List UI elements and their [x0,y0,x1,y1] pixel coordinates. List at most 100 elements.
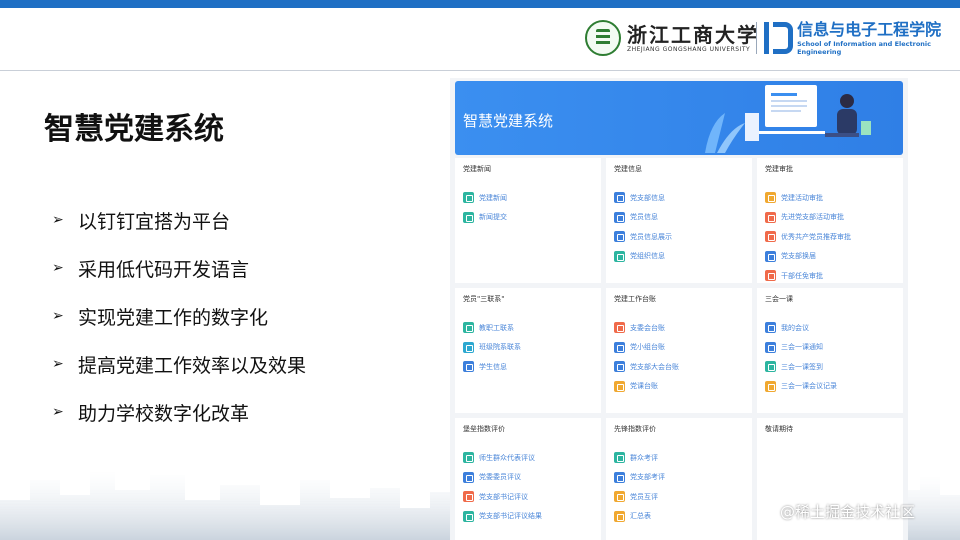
module-icon [463,361,474,373]
module-icon [614,510,625,522]
module-icon [614,471,625,483]
bullet-arrow-icon: ➢ [52,308,64,324]
module-link[interactable]: 三会一课签到 [765,357,895,377]
module-icon [463,322,474,334]
module-link[interactable]: 学生信息 [463,357,593,377]
banner-title: 智慧党建系统 [463,112,554,130]
module-link-label: 党支部书记评议结果 [479,512,542,521]
college-logo: 信息与电子工程学院 School of Information and Elec… [764,20,960,56]
module-icon [463,211,474,223]
module-link[interactable]: 党建新闻 [463,188,593,208]
slide-title: 智慧党建系统 [44,112,224,147]
module-link[interactable]: 党支部换届 [765,247,895,267]
card-title: 先锋指数评价 [614,425,656,433]
module-link[interactable]: 党支部考评 [614,468,744,488]
module-link[interactable]: 党员信息 [614,208,744,228]
module-icon [614,491,625,503]
module-link[interactable]: 我的会议 [765,318,895,338]
module-icon [463,491,474,503]
module-link[interactable]: 优秀共产党员推荐审批 [765,227,895,247]
card-title: 三会一课 [765,295,793,303]
module-link[interactable]: 党支部书记评议结果 [463,507,593,527]
module-card: 堡垒指数评价 师生群众代表评议 党委委员评议 党支部书记评议 党支部书记评议结果 [455,418,601,540]
module-link-label: 先进党支部活动审批 [781,213,844,222]
module-link[interactable]: 党委委员评议 [463,468,593,488]
module-link[interactable]: 党小组台账 [614,338,744,358]
module-icon [765,361,776,373]
bullet-item: ➢ 以钉钉宜搭为平台 [52,196,306,244]
module-link[interactable]: 汇总表 [614,507,744,527]
module-icon [463,510,474,522]
module-icon [765,250,776,262]
module-link-label: 党支部信息 [630,193,665,202]
card-title: 党建工作台账 [614,295,656,303]
module-link[interactable]: 师生群众代表评议 [463,448,593,468]
module-link-label: 党建活动审批 [781,193,823,202]
module-icon [614,231,625,243]
module-icon [614,250,625,262]
university-seal-icon [585,20,621,56]
module-link-label: 学生信息 [479,362,507,371]
bullet-text: 提高党建工作效率以及效果 [78,354,307,377]
module-icon [765,231,776,243]
module-link[interactable]: 党组织信息 [614,247,744,267]
module-link[interactable]: 党支部大会台账 [614,357,744,377]
bullet-text: 助力学校数字化改革 [78,402,250,425]
module-link-label: 汇总表 [630,512,651,521]
module-link[interactable]: 新闻提交 [463,208,593,228]
module-link[interactable]: 党支部书记评议 [463,487,593,507]
module-link-label: 党建新闻 [479,193,507,202]
module-link[interactable]: 党支部信息 [614,188,744,208]
module-link-label: 党员信息展示 [630,232,672,241]
module-link-label: 党课台账 [630,382,658,391]
module-link[interactable]: 支委会台账 [614,318,744,338]
module-link-label: 三会一课签到 [781,362,823,371]
module-link[interactable]: 班级院系联系 [463,338,593,358]
module-card: 党建审批 党建活动审批 先进党支部活动审批 优秀共产党员推荐审批 党支部换届 干部任免审批 [757,158,903,283]
module-link[interactable]: 三会一课会议记录 [765,377,895,397]
module-icon [463,452,474,464]
module-link-label: 教职工联系 [479,323,514,332]
module-link-label: 支委会台账 [630,323,665,332]
module-link[interactable]: 干部任免审批 [765,266,895,286]
module-link-label: 党小组台账 [630,343,665,352]
module-link-label: 党支部大会台账 [630,362,679,371]
module-icon [765,270,776,282]
module-card: 党建工作台账支委会台账党小组台账党支部大会台账 党课台账 [606,288,752,413]
module-link[interactable]: 群众考评 [614,448,744,468]
module-link-label: 三会一课会议记录 [781,382,837,391]
module-link-label: 党支部书记评议 [479,492,528,501]
bullet-item: ➢ 提高党建工作效率以及效果 [52,340,306,388]
bullet-text: 以钉钉宜搭为平台 [78,210,231,233]
module-link[interactable]: 先进党支部活动审批 [765,208,895,228]
module-icon [765,211,776,223]
module-link-label: 我的会议 [781,323,809,332]
module-link[interactable]: 党员互评 [614,487,744,507]
module-icon [614,192,625,204]
module-link-label: 党员互评 [630,492,658,501]
module-link[interactable]: 党建活动审批 [765,188,895,208]
college-mark-icon [764,22,793,54]
college-name-en: School of Information and Electronic Eng… [797,40,931,56]
module-card: 党建信息 党支部信息 党员信息 党员信息展示 党组织信息 [606,158,752,283]
bullet-arrow-icon: ➢ [52,356,64,372]
module-icon [765,192,776,204]
module-icon [765,341,776,353]
module-card: 三会一课我的会议三会一课通知 三会一课签到三会一课会议记录 [757,288,903,413]
module-icon [614,341,625,353]
module-link[interactable]: 党课台账 [614,377,744,397]
module-link[interactable]: 三会一课通知 [765,338,895,358]
college-name-cn: 信息与电子工程学院 [797,20,942,39]
office-illustration-icon [705,85,871,153]
card-title: 党建新闻 [463,165,491,173]
module-icon [614,452,625,464]
module-icon [463,471,474,483]
module-link-label: 师生群众代表评议 [479,453,535,462]
module-link-label: 干部任免审批 [781,271,823,280]
module-link-label: 三会一课通知 [781,343,823,352]
module-link[interactable]: 教职工联系 [463,318,593,338]
module-icon [463,192,474,204]
module-icon [614,322,625,334]
module-icon [765,322,776,334]
module-link[interactable]: 党员信息展示 [614,227,744,247]
